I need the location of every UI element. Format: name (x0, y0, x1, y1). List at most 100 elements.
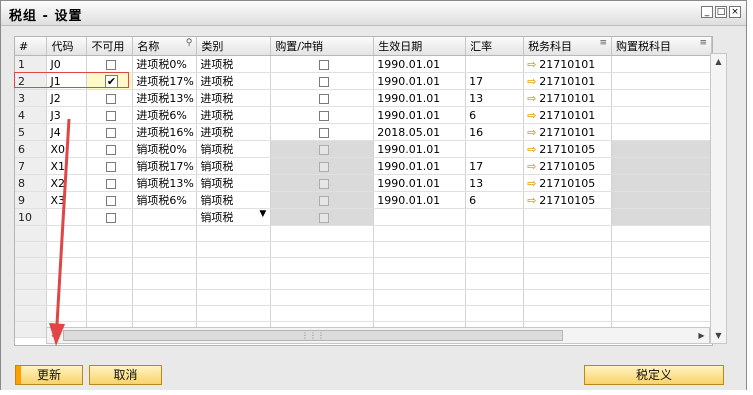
purchase-checkbox-cell[interactable] (270, 174, 375, 192)
rate-cell[interactable] (465, 55, 525, 73)
effective-date-cell[interactable]: 1990.01.01 (373, 55, 467, 73)
name-cell[interactable] (132, 208, 198, 226)
vertical-scrollbar[interactable]: ▲ ▼ (710, 53, 727, 344)
column-header-name[interactable]: 名称 ⚲ (132, 37, 198, 56)
column-header-rate[interactable]: 汇率 (465, 37, 525, 56)
code-cell[interactable]: J0 (46, 55, 88, 73)
code-cell[interactable]: X0 (46, 140, 88, 158)
rate-cell[interactable]: 16 (465, 123, 525, 141)
code-cell[interactable]: J2 (46, 89, 88, 107)
minimize-button[interactable]: _ (701, 6, 713, 18)
disabled-checkbox-cell[interactable] (86, 174, 134, 192)
row-number[interactable]: 4 (15, 106, 48, 124)
table-row[interactable]: 6 X0 销项税0% 销项税 1990.01.01 ⇨ 21710105 (15, 140, 712, 158)
rate-cell[interactable]: 17 (465, 157, 525, 175)
column-header-purchase-tax-account[interactable]: 购置税科目 ≡ (611, 37, 712, 56)
checkbox[interactable] (106, 110, 117, 121)
purchase-tax-account-cell[interactable] (611, 157, 712, 175)
purchase-tax-account-cell[interactable] (611, 174, 712, 192)
checkbox[interactable] (106, 127, 117, 138)
checkbox[interactable] (106, 144, 117, 155)
purchase-tax-account-cell[interactable] (611, 106, 712, 124)
purchase-tax-account-cell[interactable] (611, 55, 712, 73)
effective-date-cell[interactable] (373, 208, 467, 226)
purchase-tax-account-cell[interactable] (611, 140, 712, 158)
category-cell[interactable]: 进项税 (196, 72, 272, 90)
name-cell[interactable]: 销项税17% (132, 157, 198, 175)
name-cell[interactable]: 销项税6% (132, 191, 198, 209)
effective-date-cell[interactable]: 1990.01.01 (373, 174, 467, 192)
name-cell[interactable]: 进项税17% (132, 72, 198, 90)
scroll-left-icon[interactable]: ◀ (47, 328, 62, 343)
purchase-checkbox-cell[interactable] (270, 72, 375, 90)
row-number[interactable]: 9 (15, 191, 48, 209)
column-header-purchase[interactable]: 购置/冲销 (270, 37, 375, 56)
table-row[interactable]: 1 J0 进项税0% 进项税 1990.01.01 ⇨ 21710101 (15, 55, 712, 73)
golden-arrow-icon[interactable]: ⇨ (527, 160, 536, 173)
category-cell[interactable]: 进项税 (196, 123, 272, 141)
rate-cell[interactable]: 13 (465, 174, 525, 192)
code-cell[interactable]: J3 (46, 106, 88, 124)
code-cell[interactable]: J4 (46, 123, 88, 141)
checkbox[interactable] (318, 93, 329, 104)
name-cell[interactable]: 销项税13% (132, 174, 198, 192)
code-cell[interactable]: X3 (46, 191, 88, 209)
purchase-checkbox-cell[interactable] (270, 208, 375, 226)
purchase-tax-account-cell[interactable] (611, 72, 712, 90)
golden-arrow-icon[interactable]: ⇨ (527, 126, 536, 139)
table-row[interactable]: 3 J2 进项税13% 进项税 1990.01.01 13 ⇨ 21710101 (15, 89, 712, 107)
disabled-checkbox-cell[interactable] (86, 106, 134, 124)
checkbox[interactable] (318, 59, 329, 70)
purchase-checkbox-cell[interactable] (270, 55, 375, 73)
rate-cell[interactable] (465, 140, 525, 158)
column-header-disabled[interactable]: 不可用 (86, 37, 134, 56)
purchase-checkbox-cell[interactable] (270, 191, 375, 209)
category-cell[interactable]: 销项税 (196, 140, 272, 158)
close-button[interactable]: × (729, 6, 741, 18)
tax-account-cell[interactable]: ⇨ 21710101 (523, 55, 613, 73)
name-cell[interactable]: 进项税0% (132, 55, 198, 73)
checkbox[interactable] (318, 110, 329, 121)
purchase-checkbox-cell[interactable] (270, 157, 375, 175)
checkbox[interactable] (106, 93, 117, 104)
row-number[interactable]: 7 (15, 157, 48, 175)
code-cell[interactable]: X1 (46, 157, 88, 175)
rate-cell[interactable]: 6 (465, 191, 525, 209)
rate-cell[interactable]: 17 (465, 72, 525, 90)
table-row[interactable]: 9 X3 销项税6% 销项税 1990.01.01 6 ⇨ 21710105 (15, 191, 712, 209)
scrollbar-thumb[interactable]: ⋮⋮⋮ (63, 330, 563, 341)
row-number[interactable]: 6 (15, 140, 48, 158)
purchase-tax-account-cell[interactable] (611, 123, 712, 141)
disabled-checkbox-cell[interactable] (86, 157, 134, 175)
purchase-checkbox-cell[interactable] (270, 106, 375, 124)
tax-account-cell[interactable] (523, 208, 613, 226)
code-cell[interactable]: X2 (46, 174, 88, 192)
checkbox[interactable] (106, 195, 117, 206)
purchase-checkbox-cell[interactable] (270, 140, 375, 158)
column-header-num[interactable]: # (15, 37, 48, 56)
checkbox[interactable] (106, 59, 117, 70)
table-row[interactable]: 5 J4 进项税16% 进项税 2018.05.01 16 ⇨ 21710101 (15, 123, 712, 141)
purchase-tax-account-cell[interactable] (611, 191, 712, 209)
golden-arrow-icon[interactable]: ⇨ (527, 92, 536, 105)
rate-cell[interactable]: 13 (465, 89, 525, 107)
disabled-checkbox-cell[interactable] (86, 140, 134, 158)
checkbox[interactable] (318, 76, 329, 87)
disabled-checkbox-cell[interactable] (86, 123, 134, 141)
golden-arrow-icon[interactable]: ⇨ (527, 58, 536, 71)
title-bar[interactable]: 税组 - 设置 _ □ × (1, 1, 746, 26)
purchase-tax-account-cell[interactable] (611, 89, 712, 107)
golden-arrow-icon[interactable]: ⇨ (527, 143, 536, 156)
effective-date-cell[interactable]: 1990.01.01 (373, 106, 467, 124)
disabled-checkbox-cell[interactable] (86, 191, 134, 209)
table-row[interactable]: 10 销项税 ▼ (15, 208, 712, 226)
golden-arrow-icon[interactable]: ⇨ (527, 109, 536, 122)
disabled-checkbox-cell[interactable] (86, 89, 134, 107)
name-cell[interactable]: 进项税13% (132, 89, 198, 107)
category-cell[interactable]: 销项税 (196, 157, 272, 175)
column-header-code[interactable]: 代码 (46, 37, 88, 56)
column-header-effective-date[interactable]: 生效日期 (373, 37, 467, 56)
category-cell[interactable]: 进项税 (196, 106, 272, 124)
code-cell[interactable] (46, 208, 88, 226)
category-cell[interactable]: 进项税 (196, 89, 272, 107)
